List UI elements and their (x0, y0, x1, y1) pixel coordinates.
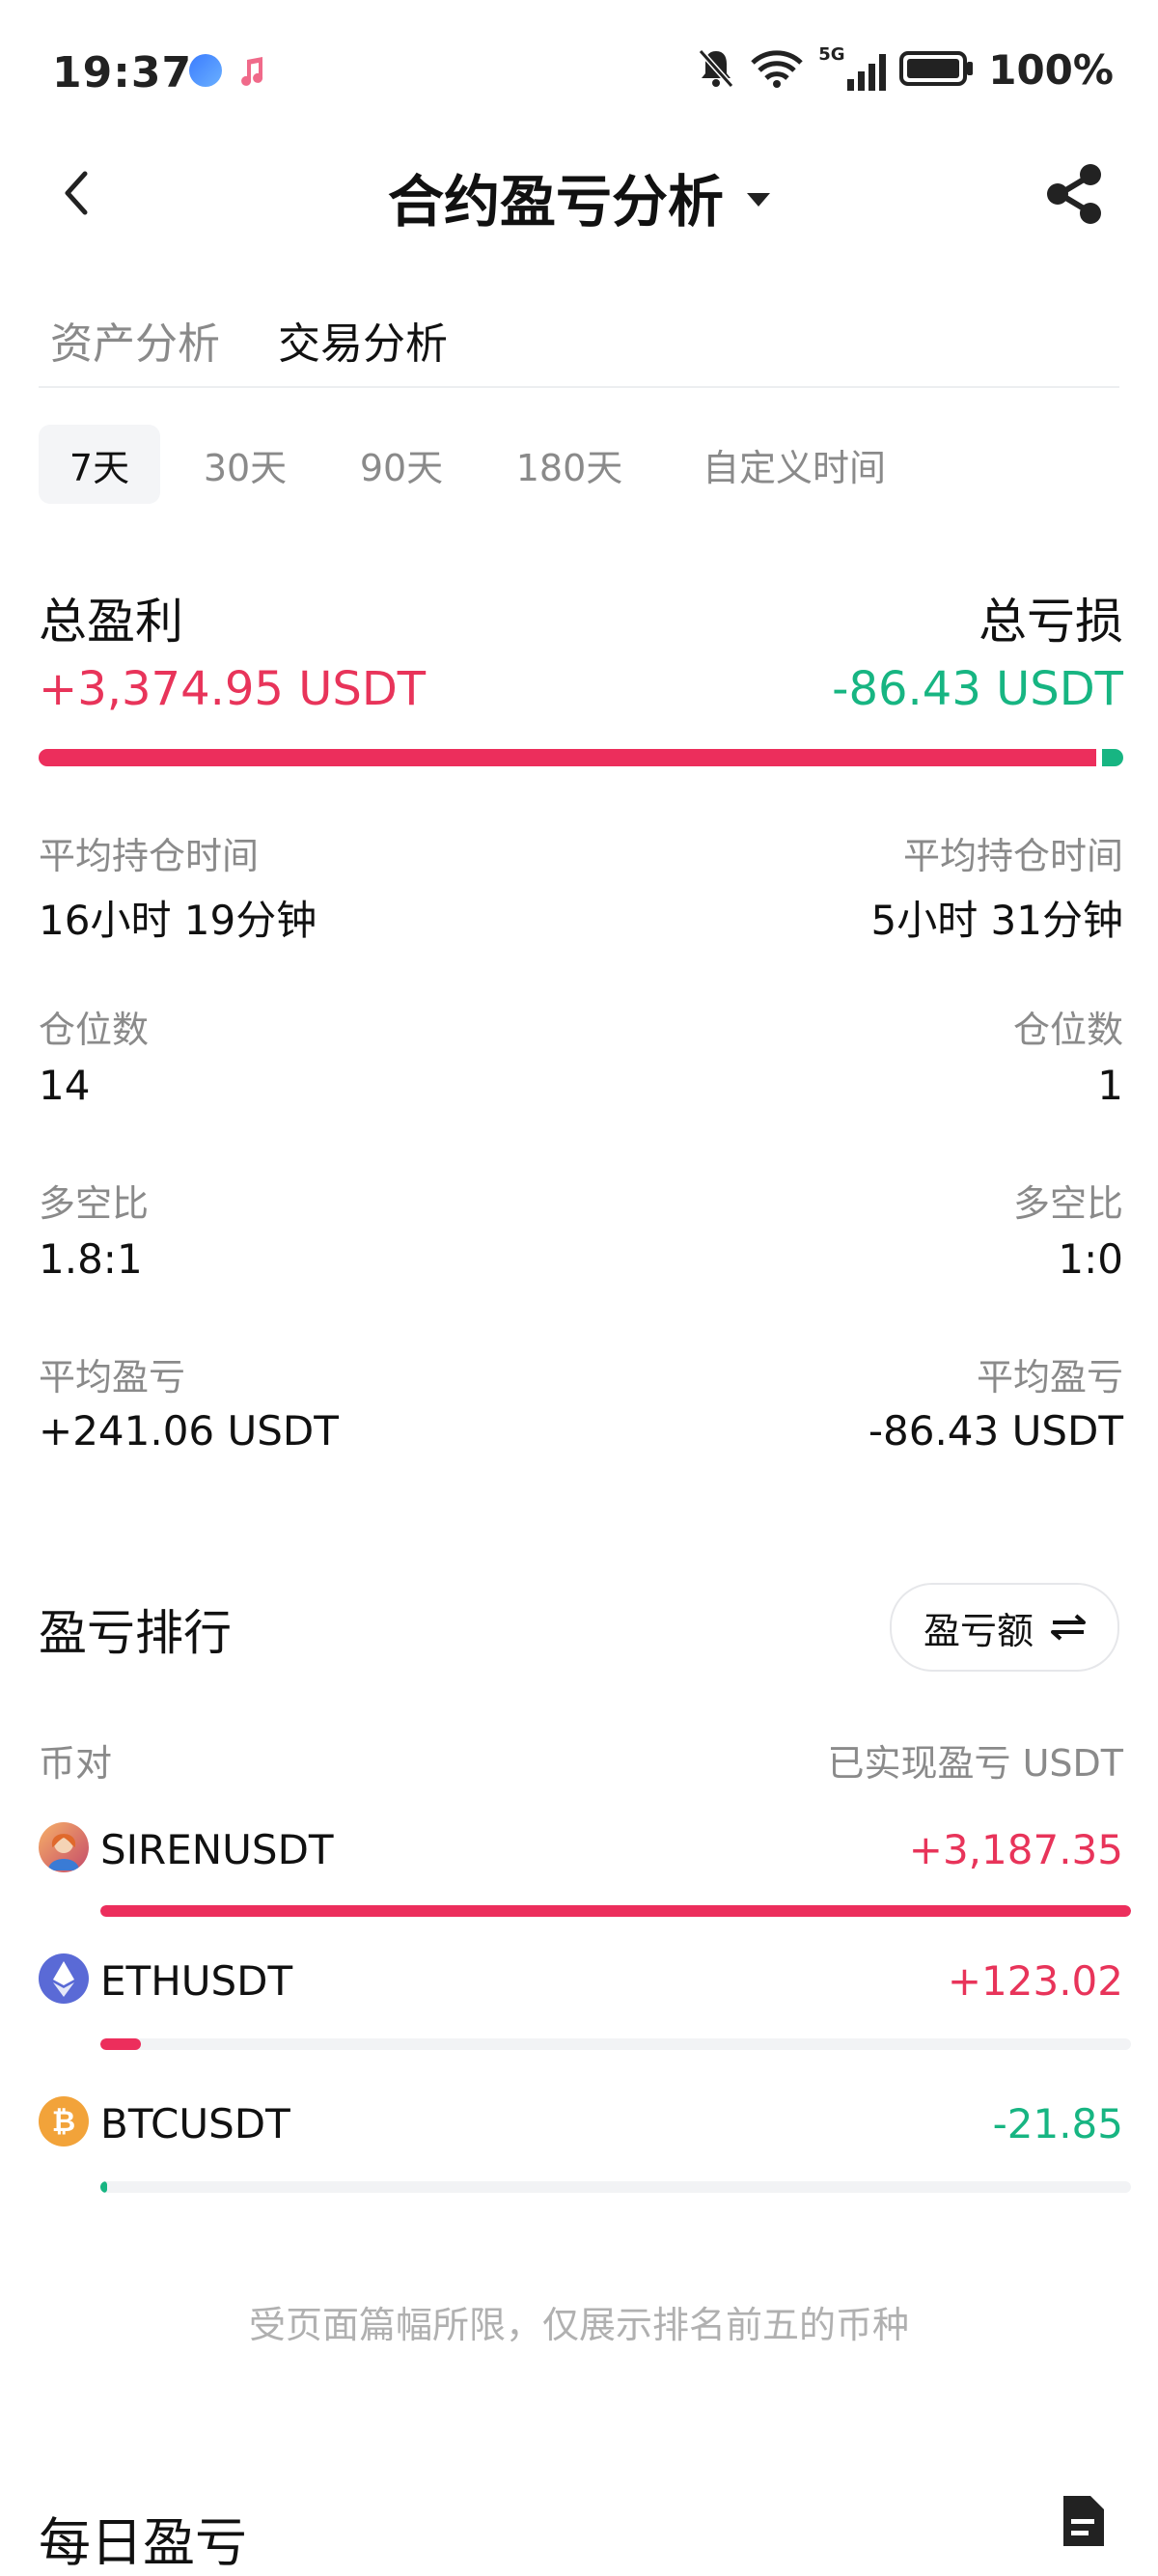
document-button[interactable] (1058, 2492, 1108, 2550)
status-time: 19:37 (52, 48, 193, 97)
profit-ratio-fill (39, 749, 1096, 766)
wifi-icon (749, 49, 805, 92)
period-7d[interactable]: 7天 (39, 425, 160, 504)
pair-name[interactable]: BTCUSDT (100, 2100, 290, 2147)
profit-avg-pnl-value: +241.06 USDT (39, 1407, 339, 1454)
network-type-label: 5G (818, 43, 845, 65)
battery-icon (899, 49, 975, 92)
total-loss-amount: -86.43 USDT (832, 662, 1123, 716)
pnl-bar-fill (100, 2181, 108, 2193)
period-180d[interactable]: 180天 (502, 425, 637, 504)
eth-coin-icon (39, 1953, 89, 2004)
pair-pnl: -21.85 (992, 2100, 1123, 2147)
profit-avg-hold-label: 平均持仓时间 (39, 835, 260, 877)
profit-avg-pnl-label: 平均盈亏 (39, 1356, 186, 1399)
loss-ratio-fill (1102, 749, 1123, 766)
svg-text:₿: ₿ (52, 2105, 75, 2139)
loss-positions-label: 仓位数 (1012, 1009, 1123, 1051)
profit-positions-label: 仓位数 (39, 1009, 150, 1051)
pnl-bar-fill (100, 1905, 1131, 1917)
period-90d[interactable]: 90天 (344, 425, 459, 504)
app-notification-icons (189, 54, 268, 87)
loss-avg-hold-value: 5小时 31分钟 (870, 897, 1123, 944)
profit-positions-value: 14 (39, 1062, 91, 1109)
loss-avg-pnl-label: 平均盈亏 (976, 1356, 1123, 1399)
siren-coin-icon (39, 1822, 89, 1872)
column-pair-header: 币对 (39, 1742, 113, 1785)
page-title-dropdown[interactable]: 合约盈亏分析 (0, 156, 1158, 237)
total-loss-label: 总亏损 (979, 594, 1123, 650)
pnl-bar-track (100, 1905, 1131, 1917)
column-pnl-header: 已实现盈亏 USDT (827, 1742, 1124, 1785)
period-30d[interactable]: 30天 (187, 425, 303, 504)
pair-name[interactable]: ETHUSDT (100, 1957, 292, 2005)
status-icons: 5G 100% (697, 44, 1114, 94)
loss-long-short-label: 多空比 (1012, 1182, 1123, 1225)
profit-avg-hold-value: 16小时 19分钟 (39, 897, 317, 944)
mute-icon (697, 47, 735, 94)
daily-pnl-title: 每日盈亏 (39, 2512, 247, 2573)
sort-toggle-label: 盈亏额 (923, 1609, 1034, 1652)
browser-notification-icon (189, 54, 222, 87)
loss-avg-hold-label: 平均持仓时间 (902, 835, 1123, 877)
profit-long-short-value: 1.8:1 (39, 1235, 143, 1283)
battery-percent: 100% (988, 46, 1114, 94)
tab-divider (39, 386, 1119, 388)
total-profit-label: 总盈利 (39, 594, 183, 650)
document-icon (1063, 2496, 1104, 2546)
caret-down-icon (747, 193, 770, 207)
swap-icon (1051, 1614, 1086, 1641)
profit-loss-ratio-bar (39, 749, 1123, 766)
sort-toggle-button[interactable]: 盈亏额 (890, 1583, 1119, 1672)
btc-coin-icon: ₿ (39, 2096, 89, 2147)
cellular-signal-icon: 5G (818, 44, 887, 91)
ranking-title: 盈亏排行 (39, 1605, 232, 1661)
share-button[interactable] (1040, 160, 1108, 228)
pair-pnl: +3,187.35 (908, 1826, 1123, 1873)
period-custom[interactable]: 自定义时间 (683, 425, 905, 504)
pnl-bar-track (100, 2181, 1131, 2193)
tab-trade-analysis[interactable]: 交易分析 (278, 309, 448, 371)
music-notification-icon (235, 54, 268, 87)
page-title: 合约盈亏分析 (387, 169, 724, 235)
loss-positions-value: 1 (1097, 1062, 1123, 1109)
pair-name[interactable]: SIRENUSDT (100, 1826, 334, 1873)
loss-long-short-value: 1:0 (1058, 1235, 1123, 1283)
pnl-bar-track (100, 2038, 1131, 2050)
ranking-note: 受页面篇幅所限，仅展示排名前五的币种 (248, 2304, 909, 2346)
share-icon (1047, 164, 1101, 224)
pair-pnl: +123.02 (947, 1957, 1123, 2005)
total-profit-amount: +3,374.95 USDT (39, 662, 427, 716)
profit-long-short-label: 多空比 (39, 1182, 150, 1225)
pnl-bar-fill (100, 2038, 141, 2050)
tab-asset-analysis[interactable]: 资产分析 (50, 309, 220, 371)
loss-avg-pnl-value: -86.43 USDT (868, 1407, 1123, 1454)
